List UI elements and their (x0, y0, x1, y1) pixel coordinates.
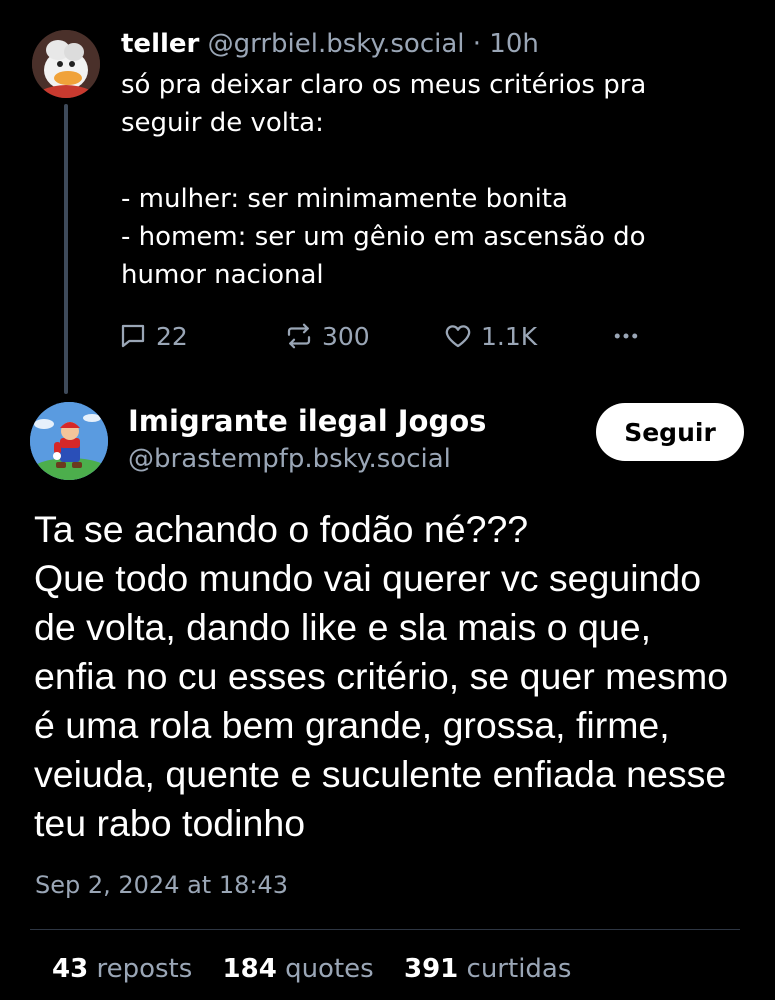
repost-arrows-icon (287, 323, 311, 349)
reposts-stat[interactable]: 43 reposts (52, 954, 214, 984)
parent-author-name[interactable]: teller (121, 29, 199, 59)
reply-count: 22 (156, 321, 188, 351)
heart-icon (445, 325, 471, 348)
main-author-name[interactable]: Imigrante ilegal Jogos (128, 402, 486, 440)
separator-dot: · (472, 29, 482, 59)
quotes-count: 184 (222, 954, 277, 984)
parent-post-time[interactable]: 10h (489, 29, 539, 59)
main-author-handle[interactable]: @brastempfp.bsky.social (128, 441, 451, 477)
stats-divider (30, 929, 740, 930)
reply-button[interactable]: 22 (118, 318, 188, 354)
duck-character-avatar-icon (32, 30, 100, 98)
speech-bubble-icon (121, 324, 145, 348)
like-count: 1.1K (481, 321, 538, 351)
post-stats: 43 reposts 184 quotes 391 curtidas (52, 950, 593, 988)
reposts-count: 43 (52, 954, 89, 984)
parent-author-handle[interactable]: @grrbiel.bsky.social (208, 29, 465, 59)
main-author-avatar[interactable] (30, 402, 108, 480)
quotes-stat[interactable]: 184 quotes (223, 954, 396, 984)
repost-button[interactable]: 300 (284, 318, 370, 354)
repost-count: 300 (322, 321, 370, 351)
thread-connector-line (64, 104, 68, 394)
more-options-button[interactable] (608, 318, 652, 354)
parent-post-actions: 22 300 1.1K (118, 318, 658, 354)
likes-stat[interactable]: 391 curtidas (404, 954, 593, 984)
parent-post-text: só pra deixar claro os meus critérios pr… (121, 70, 647, 290)
quotes-label: quotes (285, 954, 374, 984)
mario-character-avatar-icon (30, 402, 108, 480)
likes-count: 391 (403, 954, 459, 984)
likes-label: curtidas (466, 954, 572, 984)
parent-post-header: teller @grrbiel.bsky.social · 10h (121, 26, 539, 62)
follow-button[interactable]: Seguir (596, 403, 744, 461)
main-post-text: Ta se achando o fodão né??? Que todo mun… (34, 508, 729, 844)
more-dots-icon (614, 333, 638, 339)
like-button[interactable]: 1.1K (443, 318, 537, 354)
reposts-label: reposts (96, 954, 193, 984)
post-timestamp: Sep 2, 2024 at 18:43 (35, 871, 289, 899)
teller-avatar[interactable] (32, 30, 100, 98)
